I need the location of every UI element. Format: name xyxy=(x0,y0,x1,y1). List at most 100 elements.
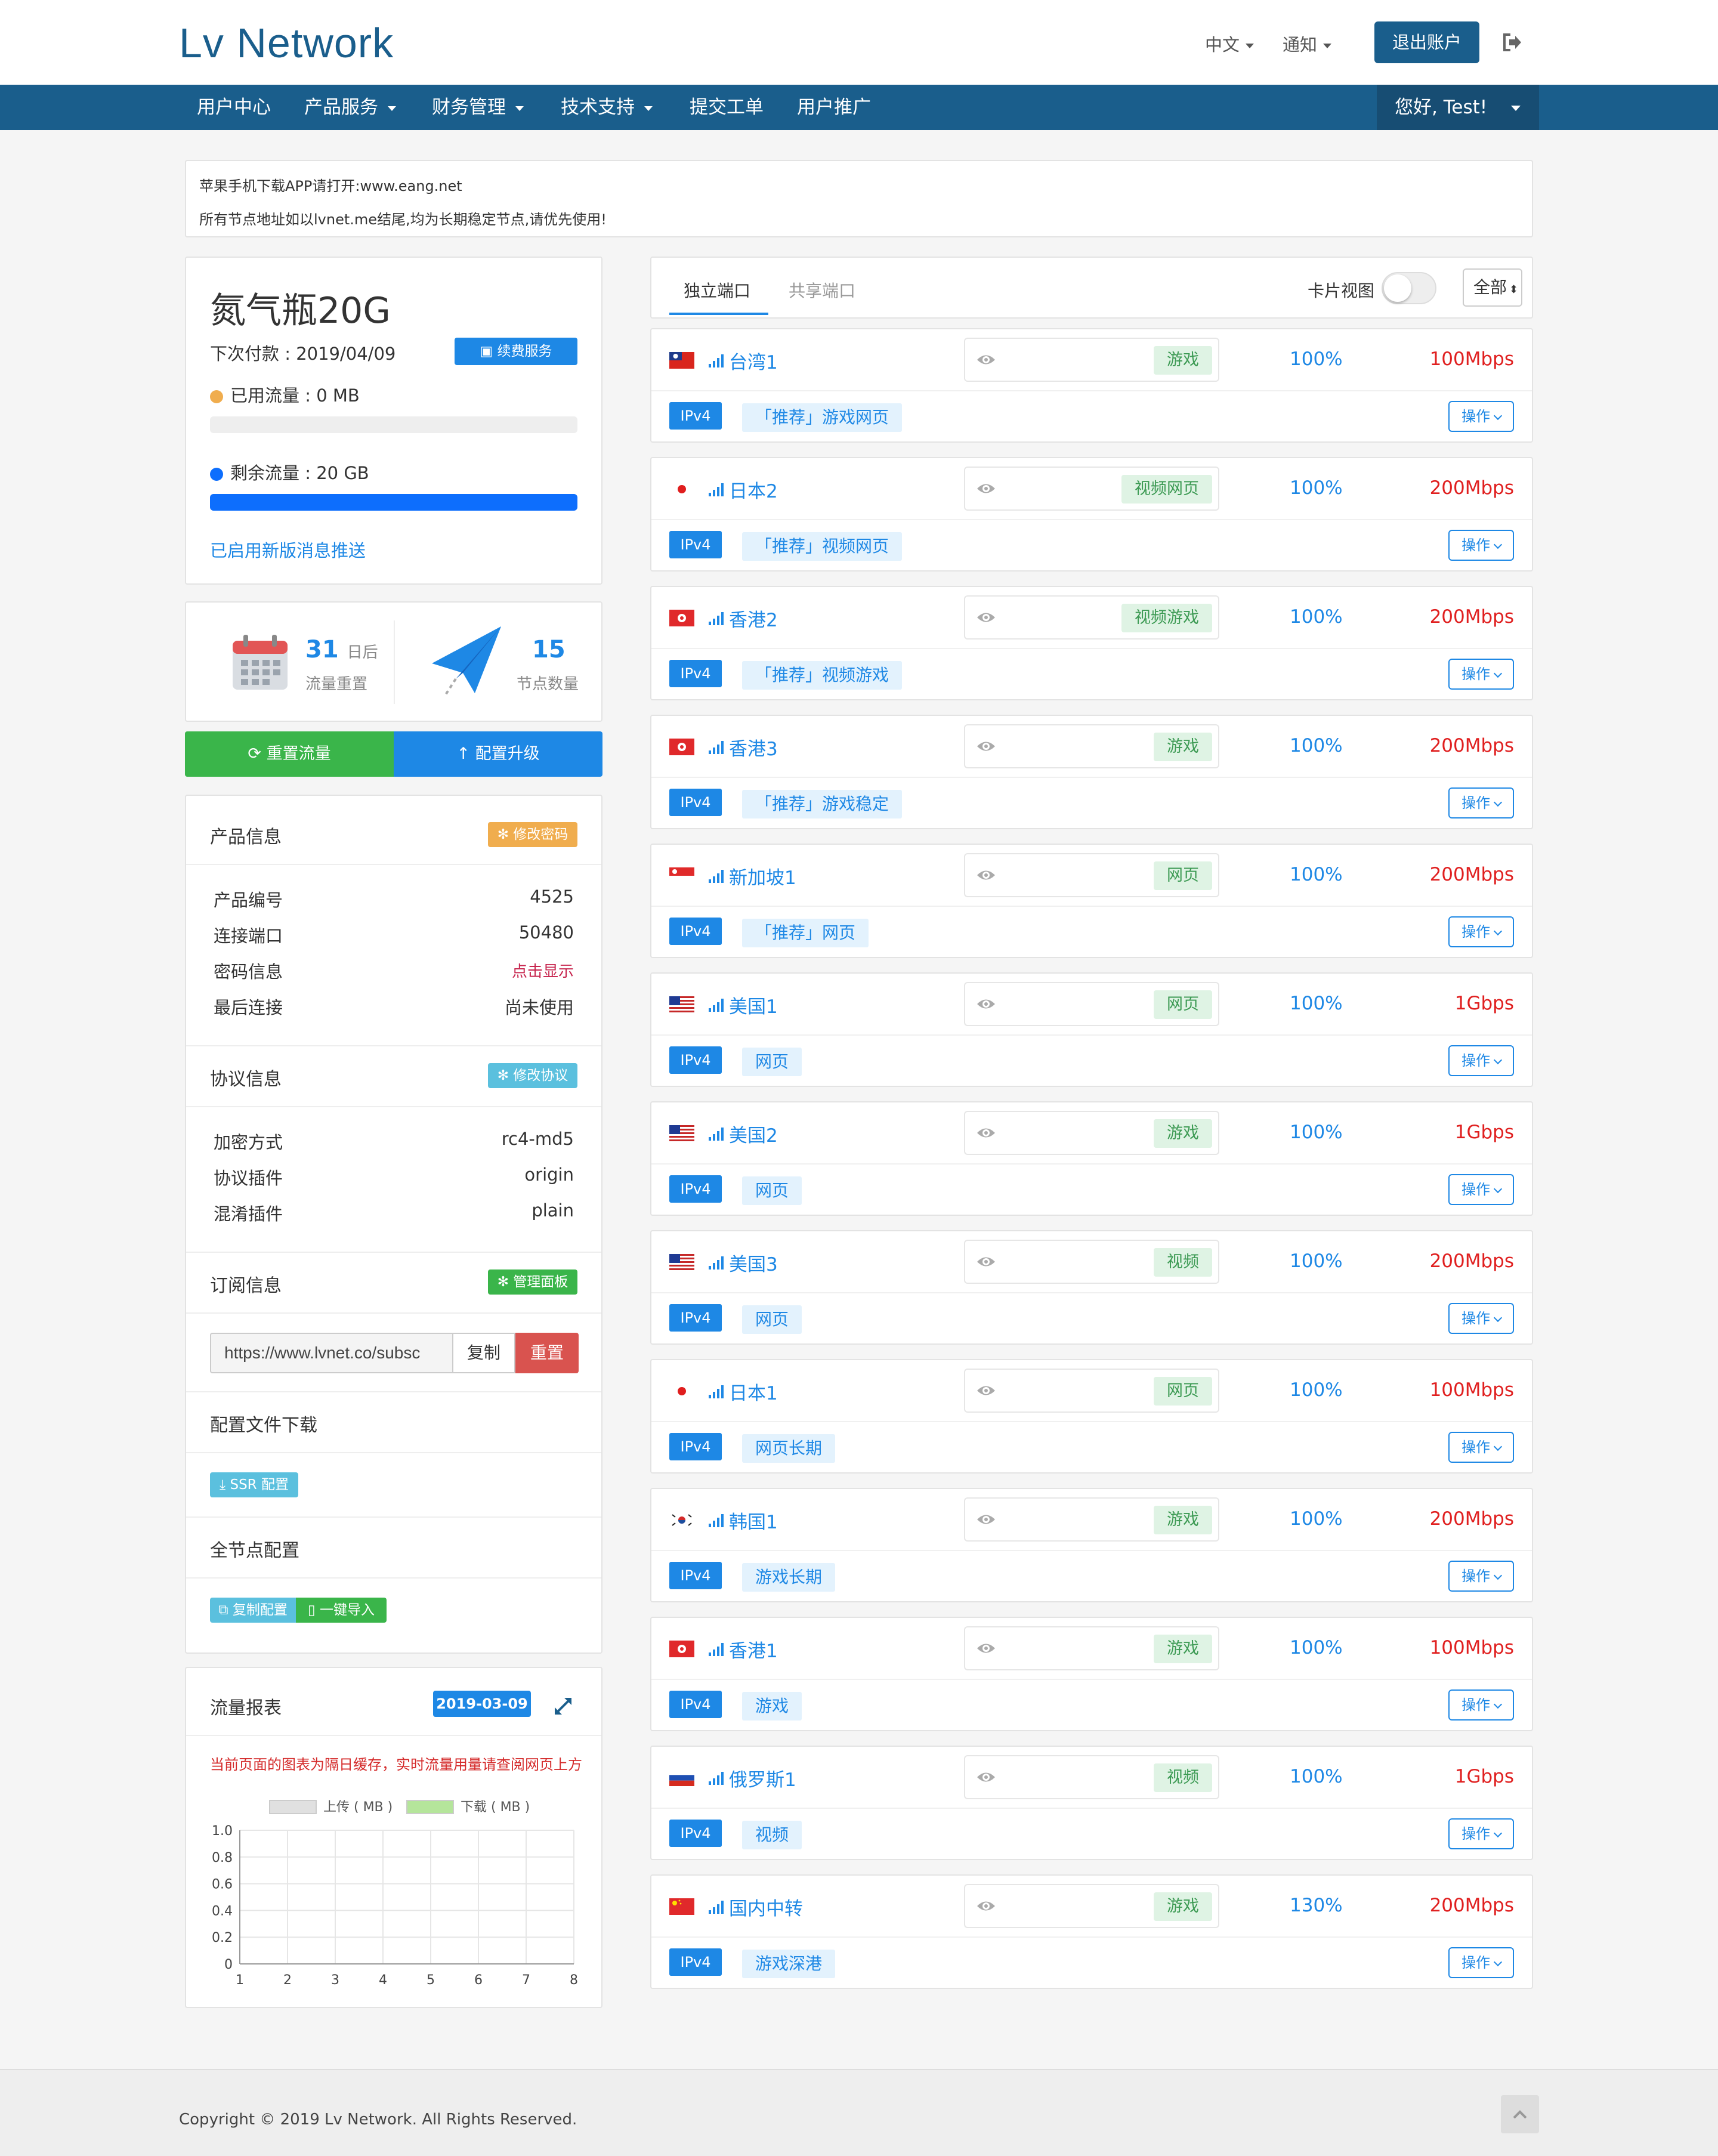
reset-days: 31 日后 xyxy=(305,636,378,663)
divider xyxy=(651,1163,1532,1165)
node-actions-button[interactable]: 操作 xyxy=(1448,401,1514,432)
node-actions-label: 操作 xyxy=(1461,1697,1490,1713)
eye-icon[interactable] xyxy=(976,996,996,1012)
sign-out-icon[interactable] xyxy=(1501,31,1524,54)
remaining-label: 剩余流量 : 20 GB xyxy=(230,463,369,483)
node-details-field[interactable]: 网页 xyxy=(964,982,1219,1026)
node-actions-button[interactable]: 操作 xyxy=(1448,1818,1514,1849)
eye-icon[interactable] xyxy=(976,1512,996,1527)
node-details-field[interactable]: 游戏 xyxy=(964,1626,1219,1670)
copy-config-label: 复制配置 xyxy=(232,1602,288,1618)
node-actions-button[interactable]: 操作 xyxy=(1448,1689,1514,1721)
node-filter-select[interactable]: 全部 ⬍ xyxy=(1463,268,1522,307)
nav-submit-ticket[interactable]: 提交工单 xyxy=(690,85,764,130)
reset-traffic-button[interactable]: ⟳ 重置流量 xyxy=(185,731,394,777)
node-card: 台湾1 游戏 100% 100Mbps IPv4 「推荐」游戏网页 操作 xyxy=(650,328,1533,443)
node-details-field[interactable]: 视频游戏 xyxy=(964,595,1219,640)
nav-user-center[interactable]: 用户中心 xyxy=(197,85,271,130)
node-name[interactable]: 韩国1 xyxy=(729,1507,778,1534)
notify-dropdown[interactable]: 通知 xyxy=(1283,31,1332,56)
language-dropdown[interactable]: 中文 xyxy=(1205,31,1254,56)
node-actions-button[interactable]: 操作 xyxy=(1448,1561,1514,1592)
node-details-field[interactable]: 游戏 xyxy=(964,724,1219,768)
report-date-badge[interactable]: 2019-03-09 xyxy=(433,1691,531,1717)
node-actions-button[interactable]: 操作 xyxy=(1448,916,1514,947)
node-details-field[interactable]: 游戏 xyxy=(964,1111,1219,1155)
show-password-link[interactable]: 点击显示 xyxy=(512,959,574,981)
obfs-value: plain xyxy=(532,1200,574,1221)
one-click-import-button[interactable]: ▯ 一键导入 xyxy=(296,1598,387,1623)
node-actions-button[interactable]: 操作 xyxy=(1448,1947,1514,1978)
nav-referral[interactable]: 用户推广 xyxy=(797,85,871,130)
logout-button[interactable]: 退出账户 xyxy=(1374,21,1479,63)
node-name[interactable]: 国内中转 xyxy=(729,1894,803,1920)
eye-icon[interactable] xyxy=(976,867,996,883)
upgrade-button[interactable]: ↑ 配置升级 xyxy=(394,731,602,777)
node-details-field[interactable]: 视频网页 xyxy=(964,467,1219,511)
node-name[interactable]: 美国1 xyxy=(729,991,778,1018)
nav-finance[interactable]: 财务管理 xyxy=(432,85,524,130)
site-logo[interactable]: Lv Network xyxy=(179,19,394,67)
eye-icon[interactable] xyxy=(976,1125,996,1141)
nav-support[interactable]: 技术支持 xyxy=(561,85,653,130)
ssr-config-button[interactable]: ⤓ SSR 配置 xyxy=(210,1472,298,1497)
node-name[interactable]: 美国3 xyxy=(729,1249,778,1276)
node-name[interactable]: 香港3 xyxy=(729,734,778,761)
node-name[interactable]: 日本1 xyxy=(729,1378,778,1405)
copy-button[interactable]: 复制 xyxy=(452,1333,515,1373)
expand-icon[interactable] xyxy=(552,1695,574,1717)
node-details-field[interactable]: 视频 xyxy=(964,1240,1219,1284)
node-name[interactable]: 新加坡1 xyxy=(729,863,796,889)
reset-subscription-button[interactable]: 重置 xyxy=(515,1333,579,1373)
node-actions-button[interactable]: 操作 xyxy=(1448,1045,1514,1076)
node-actions-button[interactable]: 操作 xyxy=(1448,1432,1514,1463)
node-details-field[interactable]: 游戏 xyxy=(964,1497,1219,1542)
node-name[interactable]: 香港2 xyxy=(729,605,778,632)
node-details-field[interactable]: 游戏 xyxy=(964,1884,1219,1928)
node-details-field[interactable]: 视频 xyxy=(964,1755,1219,1799)
node-name[interactable]: 日本2 xyxy=(729,476,778,503)
main-navbar: 用户中心 产品服务 财务管理 技术支持 提交工单 用户推广 您好, Test! xyxy=(0,85,1718,130)
node-actions-button[interactable]: 操作 xyxy=(1448,1174,1514,1205)
legend-swatch xyxy=(406,1800,454,1814)
eye-icon[interactable] xyxy=(976,739,996,754)
card-view-toggle[interactable] xyxy=(1382,272,1436,304)
eye-icon[interactable] xyxy=(976,1898,996,1914)
copy-config-button[interactable]: ⧉ 复制配置 xyxy=(210,1598,296,1623)
node-details-field[interactable]: 网页 xyxy=(964,853,1219,897)
eye-icon[interactable] xyxy=(976,1641,996,1656)
user-menu[interactable]: 您好, Test! xyxy=(1377,85,1539,130)
node-details-field[interactable]: 网页 xyxy=(964,1369,1219,1413)
change-password-button[interactable]: ✻ 修改密码 xyxy=(488,822,577,847)
node-actions-button[interactable]: 操作 xyxy=(1448,530,1514,561)
node-name[interactable]: 台湾1 xyxy=(729,347,778,374)
eye-icon[interactable] xyxy=(976,481,996,496)
port-value: 50480 xyxy=(518,922,574,943)
node-card: 国内中转 游戏 130% 200Mbps IPv4 游戏深港 操作 xyxy=(650,1874,1533,1989)
change-password-label: 修改密码 xyxy=(513,827,568,842)
node-actions-button[interactable]: 操作 xyxy=(1448,659,1514,690)
eye-icon[interactable] xyxy=(976,352,996,367)
change-protocol-button[interactable]: ✻ 修改协议 xyxy=(488,1063,577,1088)
node-actions-button[interactable]: 操作 xyxy=(1448,787,1514,818)
push-link[interactable]: 已启用新版消息推送 xyxy=(210,537,366,562)
node-actions-button[interactable]: 操作 xyxy=(1448,1303,1514,1334)
tab-shared-port[interactable]: 共享端口 xyxy=(789,278,855,302)
tab-dedicated-port[interactable]: 独立端口 xyxy=(684,278,750,302)
manage-panel-label: 管理面板 xyxy=(513,1274,568,1290)
renew-button[interactable]: ▣ 续费服务 xyxy=(455,338,577,365)
eye-icon[interactable] xyxy=(976,1383,996,1398)
node-name[interactable]: 俄罗斯1 xyxy=(729,1765,796,1791)
eye-icon[interactable] xyxy=(976,610,996,625)
jp-flag-icon xyxy=(669,1383,694,1400)
node-details-field[interactable]: 游戏 xyxy=(964,338,1219,382)
eye-icon[interactable] xyxy=(976,1769,996,1785)
eye-icon[interactable] xyxy=(976,1254,996,1269)
manage-panel-button[interactable]: ✻ 管理面板 xyxy=(488,1269,577,1295)
node-name[interactable]: 美国2 xyxy=(729,1120,778,1147)
back-to-top-button[interactable] xyxy=(1501,2095,1539,2133)
node-name[interactable]: 香港1 xyxy=(729,1636,778,1663)
nav-products[interactable]: 产品服务 xyxy=(304,85,396,130)
node-load: 100% xyxy=(1290,1637,1343,1658)
subscription-url-input[interactable] xyxy=(210,1333,452,1373)
